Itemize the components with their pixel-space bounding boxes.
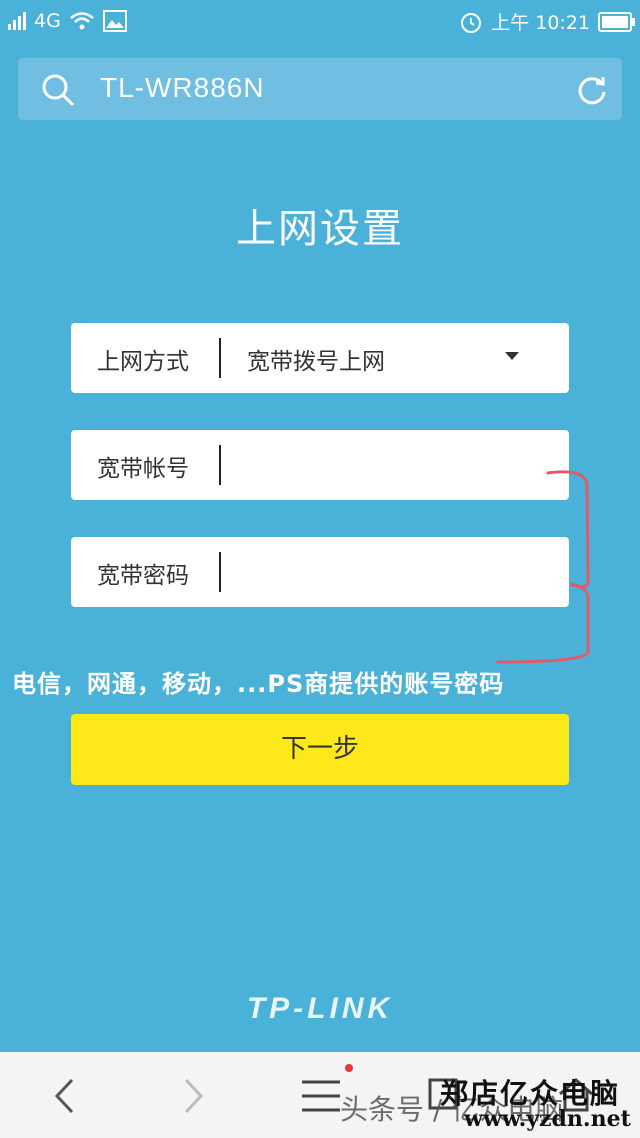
clock: 上午 10:21 [491,12,590,34]
address-text[interactable]: TL-WR886N [100,72,265,104]
connection-type-value[interactable]: 宽带拨号上网 [247,342,385,376]
wifi-icon [70,12,94,30]
signal-icon [8,12,26,30]
url-watermark: www.yzdn.net [464,1106,631,1132]
tp-link-logo: TP-LINK [246,992,394,1025]
network-type: 4G [34,10,61,32]
alarm-icon [461,12,482,33]
connection-type-label: 上网方式 [97,349,189,375]
address-bar[interactable]: TL-WR886N [18,58,622,120]
status-bar: 4G 上午 10:21 [0,0,640,44]
text-cursor [219,445,221,485]
field-divider [219,338,221,378]
status-left: 4G [8,10,127,32]
connection-type-select[interactable]: 上网方式 宽带拨号上网 [71,323,569,393]
broadband-account-label: 宽带帐号 [97,456,189,482]
dropdown-arrow-icon[interactable] [505,352,519,360]
broadband-password-label: 宽带密码 [97,563,189,589]
status-right: 上午 10:21 [459,8,635,35]
notification-dot [345,1064,353,1072]
annotation-bracket [496,470,590,664]
back-icon[interactable] [52,1076,76,1116]
menu-icon[interactable] [300,1076,342,1116]
refresh-icon[interactable] [576,74,608,106]
battery-icon [598,11,635,32]
text-cursor [219,552,221,592]
page-title: 上网设置 [236,206,404,252]
annotation-text: 电信，网通，移动，...PS商提供的账号密码 [12,670,505,698]
next-button[interactable]: 下一步 [71,714,569,785]
image-notification-icon [102,10,127,32]
forward-icon[interactable] [182,1076,206,1116]
search-icon[interactable] [40,72,76,108]
